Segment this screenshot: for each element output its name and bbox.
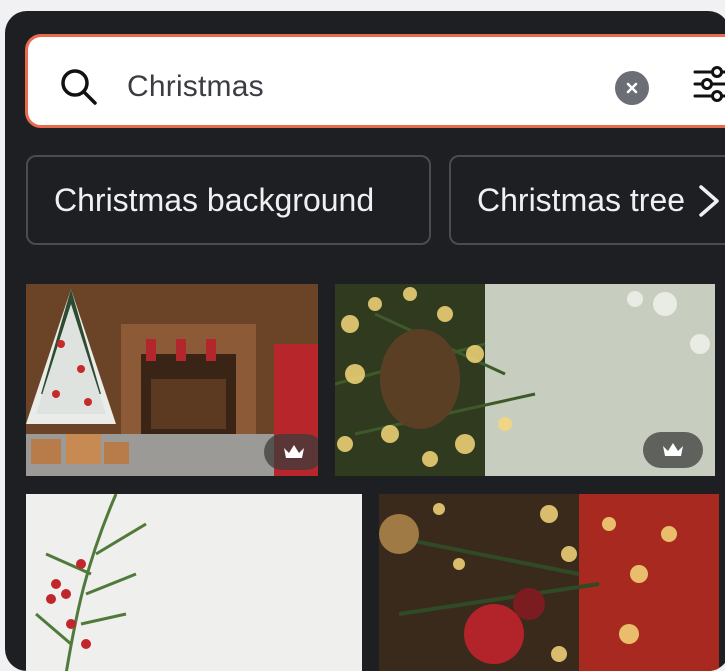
media-search-panel: Christmas Christmas background Christmas… bbox=[5, 11, 725, 671]
search-field[interactable]: Christmas bbox=[31, 40, 725, 122]
crown-icon bbox=[663, 443, 683, 456]
clear-search-button[interactable] bbox=[615, 71, 649, 105]
crown-icon bbox=[284, 445, 304, 458]
search-icon[interactable] bbox=[57, 65, 101, 109]
suggestion-chip-label: Christmas tree bbox=[477, 182, 686, 218]
filter-icon[interactable] bbox=[691, 62, 725, 106]
image-result[interactable] bbox=[379, 494, 719, 671]
clear-icon bbox=[626, 82, 638, 94]
suggestion-chip-christmas-tree[interactable]: Christmas tree bbox=[449, 155, 725, 245]
premium-badge bbox=[643, 432, 703, 468]
chevron-right-icon[interactable] bbox=[695, 181, 725, 221]
holly-branch-image bbox=[26, 494, 362, 671]
search-input[interactable]: Christmas bbox=[127, 68, 264, 106]
suggestion-chip-christmas-background[interactable]: Christmas background bbox=[26, 155, 431, 245]
suggestion-chip-label: Christmas background bbox=[54, 182, 375, 218]
image-result[interactable] bbox=[26, 284, 318, 476]
image-result[interactable] bbox=[335, 284, 715, 476]
image-result[interactable] bbox=[26, 494, 362, 671]
search-bar[interactable]: Christmas bbox=[25, 34, 725, 128]
ornaments-image bbox=[379, 494, 719, 671]
premium-badge bbox=[264, 434, 318, 470]
